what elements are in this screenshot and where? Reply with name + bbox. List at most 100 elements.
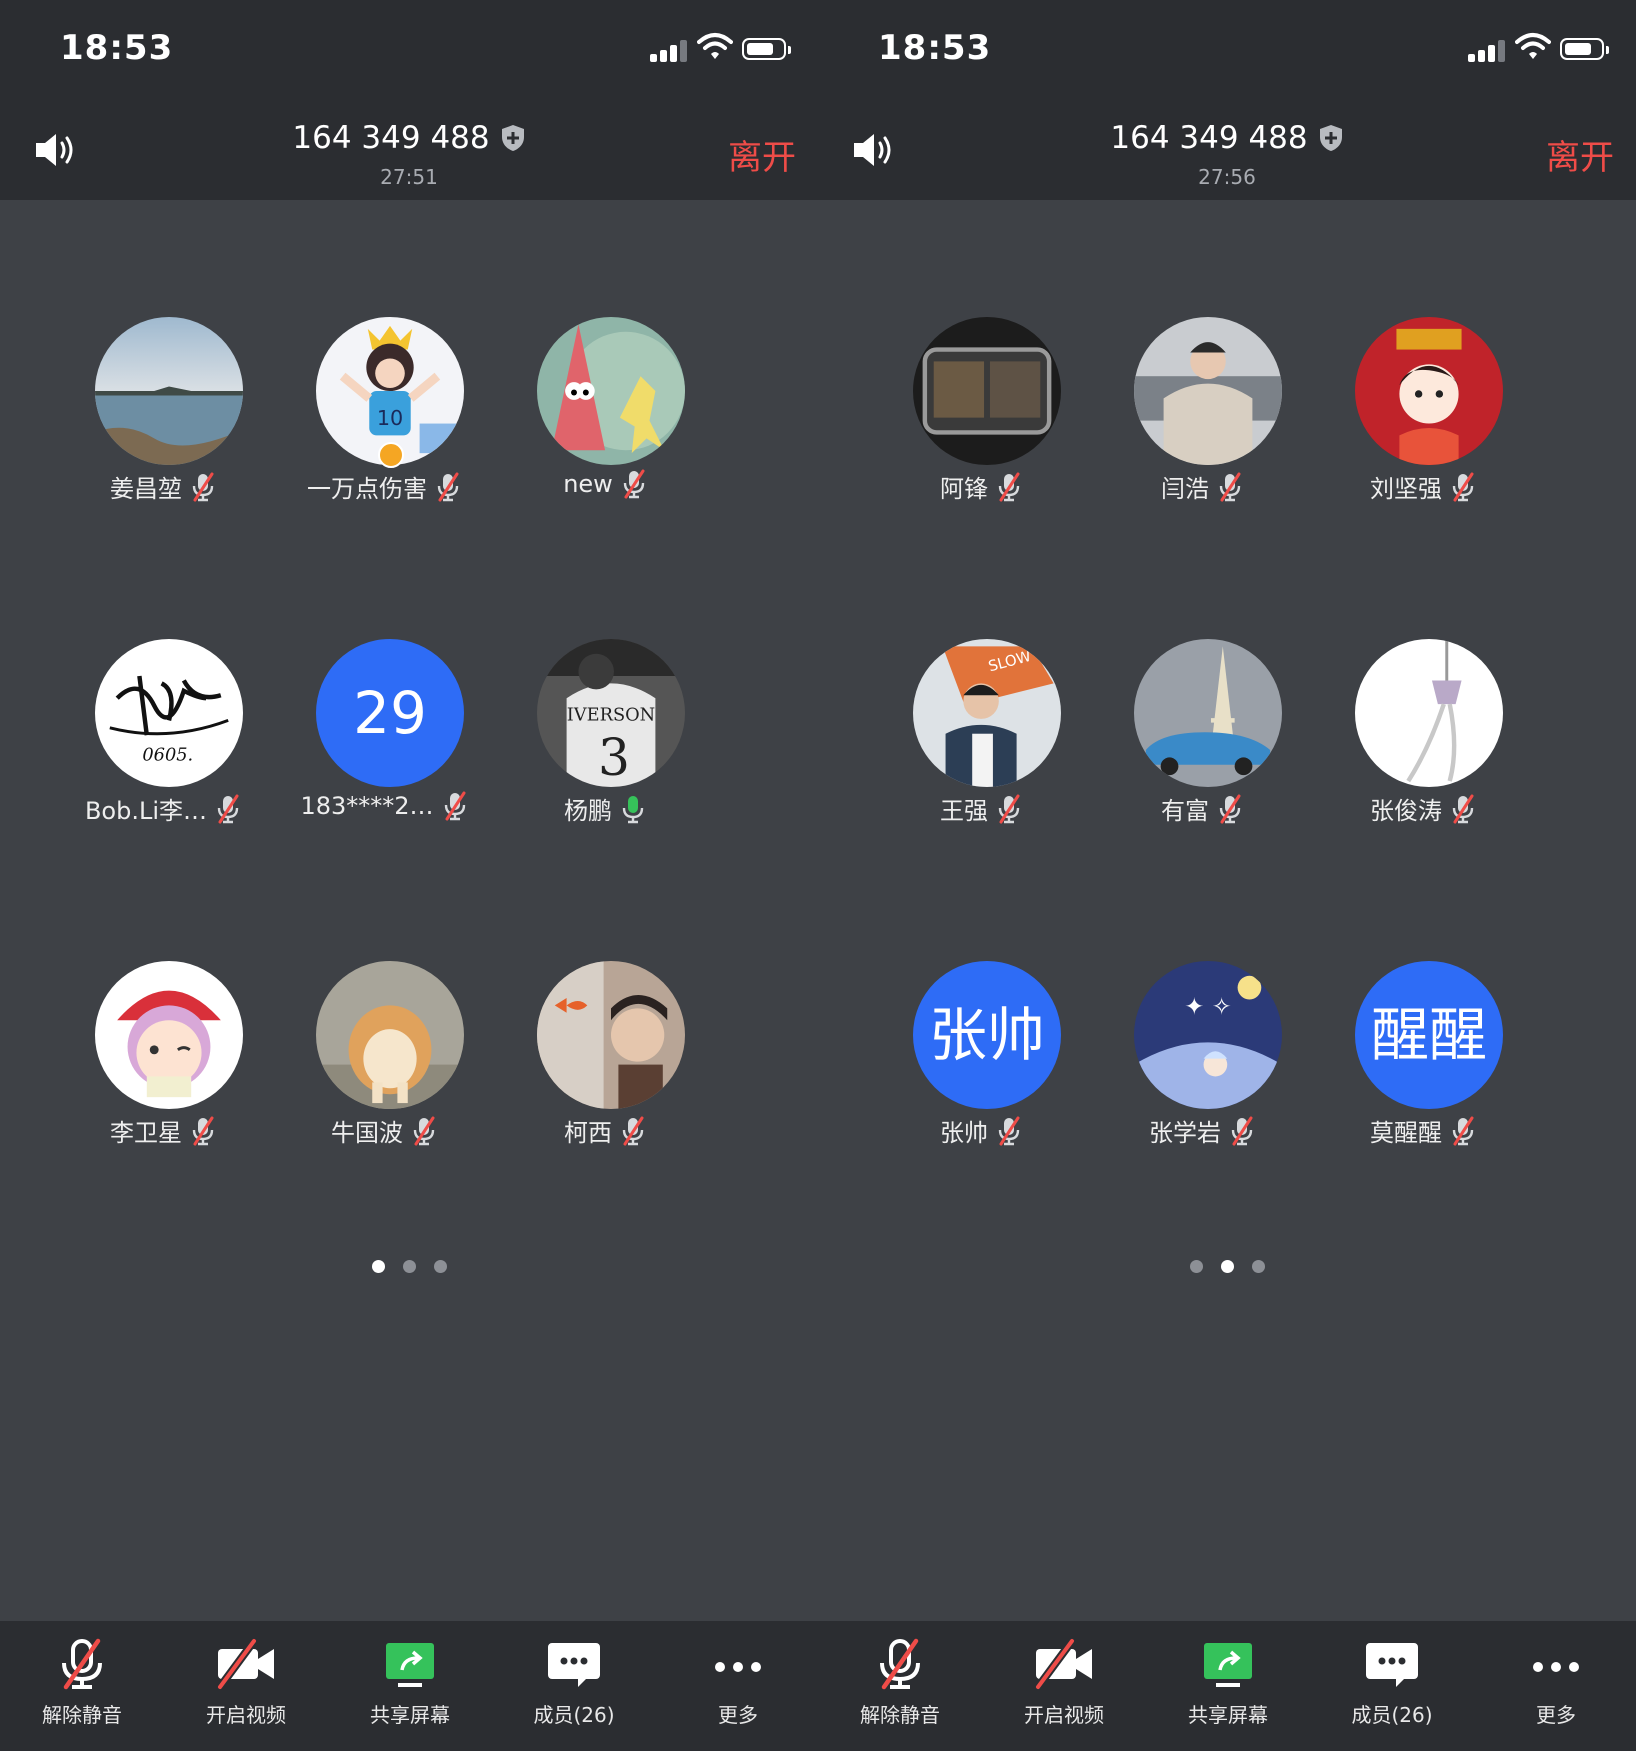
participant-tile[interactable]: 刘坚强	[1300, 317, 1546, 547]
participant-avatar	[1355, 317, 1503, 465]
participant-tile[interactable]: new	[482, 317, 728, 547]
more-icon	[656, 1637, 818, 1691]
meeting-id[interactable]: 164 349 488	[818, 118, 1636, 156]
svg-text:0605.: 0605.	[142, 745, 193, 765]
participant-name: 姜昌堃	[110, 475, 182, 503]
participant-tile[interactable]: 29 183****2…	[261, 639, 507, 869]
participant-avatar: SLOW	[913, 639, 1061, 787]
toolbar-label: 开启视频	[1024, 1703, 1104, 1727]
top-bar: 18:53 164 349 488 27:56 离开	[818, 0, 1636, 200]
page-dot[interactable]	[1220, 1260, 1234, 1273]
members-chat-icon	[492, 1637, 656, 1691]
participant-name: 王强	[940, 797, 988, 825]
participant-avatar: 29	[316, 639, 464, 787]
leave-button[interactable]: 离开	[728, 130, 796, 179]
toolbar-label: 解除静音	[860, 1703, 940, 1727]
participant-name-row: 一万点伤害	[261, 469, 507, 504]
page-dot[interactable]	[1189, 1260, 1203, 1273]
participant-name-row: 杨鹏	[482, 791, 728, 826]
meeting-timer: 27:51	[380, 165, 438, 189]
toolbar-label: 共享屏幕	[1188, 1703, 1268, 1727]
participant-name: 杨鹏	[564, 797, 612, 825]
mic-muted-icon	[442, 791, 468, 821]
more-button[interactable]: 更多	[1474, 1637, 1636, 1747]
participant-avatar: 0605.	[95, 639, 243, 787]
video-off-icon	[164, 1637, 328, 1691]
participant-tile[interactable]: IVERSON 3 杨鹏	[482, 639, 728, 869]
leave-button[interactable]: 离开	[1546, 130, 1614, 179]
toolbar-label: 共享屏幕	[370, 1703, 450, 1727]
participant-name: 张帅	[940, 1119, 988, 1147]
participant-tile[interactable]: 张帅 张帅	[858, 961, 1104, 1191]
participant-tile[interactable]: ✦ ✧ 张学岩	[1079, 961, 1325, 1191]
host-badge-icon	[378, 442, 404, 468]
meeting-id-text: 164 349 488	[1110, 119, 1308, 156]
page-indicator	[0, 1258, 818, 1277]
participant-name-row: 张学岩	[1079, 1113, 1325, 1148]
participant-name-row: 柯西	[482, 1113, 728, 1148]
participant-tile[interactable]: 柯西	[482, 961, 728, 1191]
mic-muted-icon	[1450, 794, 1476, 824]
participant-tile[interactable]: 0605. Bob.Li李…	[40, 639, 286, 869]
screenshots-container: 18:53 164 349 488 27:51 离开姜昌堃 10 一万点伤害 new 0605…	[0, 0, 1647, 1751]
members-chat-button[interactable]: 成员(26)	[492, 1637, 656, 1747]
page-indicator	[818, 1258, 1636, 1277]
meeting-id[interactable]: 164 349 488	[0, 118, 818, 156]
more-icon	[1474, 1637, 1636, 1691]
video-off-icon	[982, 1637, 1146, 1691]
participant-tile[interactable]: 张俊涛	[1300, 639, 1546, 869]
participant-avatar	[1134, 639, 1282, 787]
page-dot[interactable]	[1251, 1260, 1265, 1273]
participant-name: 柯西	[564, 1119, 612, 1147]
participant-tile[interactable]: 10 一万点伤害	[261, 317, 507, 547]
participant-avatar: IVERSON 3	[537, 639, 685, 787]
status-time: 18:53	[60, 28, 174, 68]
more-button[interactable]: 更多	[656, 1637, 818, 1747]
battery-icon	[1560, 38, 1609, 60]
mic-muted-icon	[1217, 472, 1243, 502]
mic-muted-button[interactable]: 解除静音	[0, 1637, 164, 1747]
video-off-button[interactable]: 开启视频	[982, 1637, 1146, 1747]
mic-muted-button[interactable]: 解除静音	[818, 1637, 982, 1747]
battery-icon	[742, 38, 791, 60]
mic-muted-icon	[996, 1116, 1022, 1146]
participant-name-row: 李卫星	[40, 1113, 286, 1148]
participant-tile[interactable]: 闫浩	[1079, 317, 1325, 547]
participant-name: 张学岩	[1149, 1119, 1221, 1147]
shield-icon	[1318, 124, 1344, 152]
mic-muted-icon	[411, 1116, 437, 1146]
share-screen-button[interactable]: 共享屏幕	[1146, 1637, 1310, 1747]
share-screen-button[interactable]: 共享屏幕	[328, 1637, 492, 1747]
participant-name-row: 183****2…	[261, 791, 507, 821]
participant-tile[interactable]: SLOW 王强	[858, 639, 1104, 869]
participant-name-row: new	[482, 469, 728, 499]
participant-name: 183****2…	[300, 792, 434, 820]
participant-tile[interactable]: 有富	[1079, 639, 1325, 869]
shield-icon	[500, 124, 526, 152]
bottom-toolbar: 解除静音 开启视频 共享屏幕 成员(26) 更多	[0, 1621, 818, 1751]
meeting-timer: 27:56	[1198, 165, 1256, 189]
participant-tile[interactable]: 李卫星	[40, 961, 286, 1191]
mic-muted-icon	[621, 469, 647, 499]
meeting-id-text: 164 349 488	[292, 119, 490, 156]
wifi-icon	[697, 32, 733, 62]
participant-name: 有富	[1161, 797, 1209, 825]
participant-tile[interactable]: 醒醒 莫醒醒	[1300, 961, 1546, 1191]
participant-tile[interactable]: 牛国波	[261, 961, 507, 1191]
svg-text:10: 10	[377, 406, 403, 430]
members-chat-button[interactable]: 成员(26)	[1310, 1637, 1474, 1747]
mic-muted-icon	[996, 794, 1022, 824]
participant-name-row: 张俊涛	[1300, 791, 1546, 826]
video-off-button[interactable]: 开启视频	[164, 1637, 328, 1747]
participant-name: 阿锋	[940, 475, 988, 503]
participant-tile[interactable]: 阿锋	[858, 317, 1104, 547]
page-dot[interactable]	[371, 1260, 385, 1273]
share-screen-icon	[1146, 1637, 1310, 1691]
page-dot[interactable]	[402, 1260, 416, 1273]
mic-muted-icon	[435, 472, 461, 502]
participant-name: 闫浩	[1161, 475, 1209, 503]
members-chat-icon	[1310, 1637, 1474, 1691]
page-dot[interactable]	[433, 1260, 447, 1273]
status-time: 18:53	[878, 28, 992, 68]
participant-tile[interactable]: 姜昌堃	[40, 317, 286, 547]
